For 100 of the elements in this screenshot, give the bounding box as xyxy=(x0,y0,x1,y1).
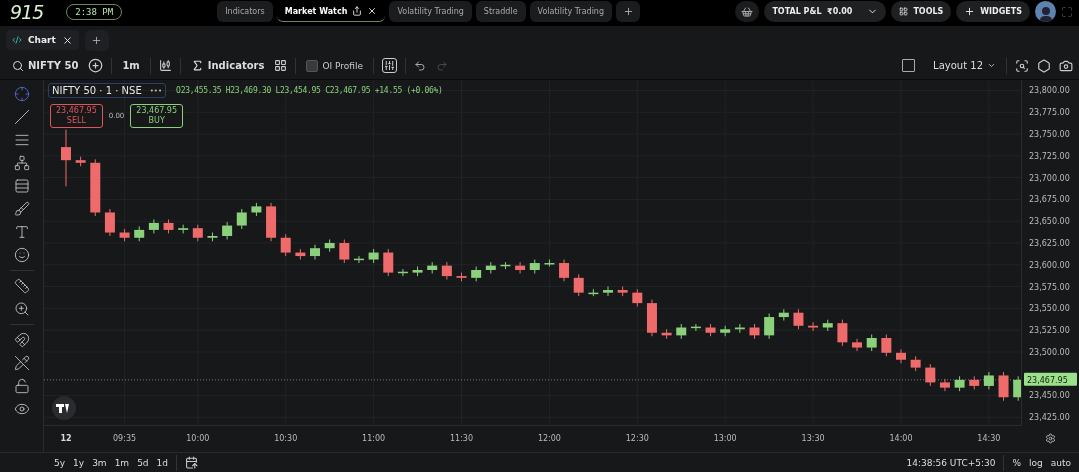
add-chart-button[interactable] xyxy=(84,29,109,51)
price-axis-label: 23,625.00 xyxy=(1029,239,1070,248)
share-icon[interactable] xyxy=(352,6,363,16)
chevron-down-icon[interactable] xyxy=(987,61,996,70)
close-icon[interactable] xyxy=(367,6,378,16)
candle xyxy=(163,218,174,234)
pattern-icon[interactable] xyxy=(13,155,30,171)
scale-option[interactable]: auto xyxy=(1050,457,1071,468)
range-button[interactable]: 5y xyxy=(54,457,66,468)
eye-icon[interactable] xyxy=(13,401,30,417)
time-axis-label: 12:30 xyxy=(625,434,649,443)
plus-icon[interactable] xyxy=(622,6,634,17)
chart-tab[interactable]: Chart xyxy=(6,30,79,50)
price-axis-label: 23,450.00 xyxy=(1029,391,1070,401)
range-button[interactable]: 1m xyxy=(114,457,130,468)
add-tab-button[interactable] xyxy=(616,1,640,22)
crosshair-icon[interactable] xyxy=(13,86,30,102)
basket-icon[interactable] xyxy=(741,5,754,18)
parallel-lines-icon[interactable] xyxy=(13,132,30,148)
workspace-tab[interactable]: Indicators xyxy=(217,1,273,22)
sliders-icon[interactable] xyxy=(382,58,397,73)
candles-icon[interactable] xyxy=(158,59,172,72)
range-button[interactable]: 1y xyxy=(73,457,85,468)
buy-button[interactable]: 23,467.95 BUY xyxy=(130,104,184,128)
candle xyxy=(515,261,526,274)
tools-button[interactable]: TOOLS xyxy=(891,1,952,22)
workspace-tab[interactable]: Volatility Trading xyxy=(529,1,612,22)
candle xyxy=(969,375,980,390)
add-symbol-icon[interactable] xyxy=(88,58,104,73)
indicators-button[interactable]: Indicators xyxy=(188,59,267,72)
candle xyxy=(280,233,291,257)
candle xyxy=(383,248,394,277)
clock-text: 14:38:56 UTC+5:30 xyxy=(906,457,996,468)
candle xyxy=(603,286,613,297)
sell-button[interactable]: 23,467.95 SELL xyxy=(50,104,103,128)
time-axis-label: 10:30 xyxy=(274,434,298,443)
range-button[interactable]: 1d xyxy=(156,457,169,468)
price-axis-label: 23,800.00 xyxy=(1029,86,1070,96)
text-icon[interactable] xyxy=(13,224,30,240)
candle xyxy=(573,273,584,297)
plus-icon[interactable] xyxy=(964,6,976,17)
grid-icon[interactable] xyxy=(899,7,909,16)
magnet-icon[interactable] xyxy=(13,332,30,348)
candle xyxy=(896,348,906,364)
candle xyxy=(793,308,804,330)
undo-icon[interactable] xyxy=(414,59,426,72)
range-button[interactable]: 5d xyxy=(137,457,149,468)
symbol-search[interactable]: NIFTY 50 xyxy=(10,59,81,72)
checkbox[interactable] xyxy=(902,59,916,72)
calendar-icon[interactable] xyxy=(185,456,199,469)
workspace-tab[interactable]: Volatility Trading xyxy=(389,1,472,22)
pnl-button[interactable]: TOTAL P&L ₹0.00 xyxy=(764,1,887,22)
candle xyxy=(983,371,994,390)
plus-icon[interactable] xyxy=(91,34,103,46)
candle xyxy=(778,308,789,322)
smiley-icon[interactable] xyxy=(13,247,30,263)
line-icon[interactable] xyxy=(13,109,30,125)
candle xyxy=(134,225,145,242)
time-axis-label: 14:00 xyxy=(889,434,913,443)
time-axis-label: 13:00 xyxy=(713,434,737,443)
scale-option[interactable]: % xyxy=(1012,457,1021,468)
price-axis-label: 23,775.00 xyxy=(1029,108,1070,118)
candle xyxy=(939,378,950,392)
price-axis-label: 23,750.00 xyxy=(1029,130,1070,140)
price-axis-label: 23,575.00 xyxy=(1029,282,1070,292)
zoom-in-icon[interactable] xyxy=(13,301,30,317)
close-icon[interactable] xyxy=(61,34,73,46)
range-button[interactable]: 3m xyxy=(92,457,107,468)
oi-profile-toggle[interactable]: OI Profile xyxy=(304,59,365,72)
price-axis-label: 23,675.00 xyxy=(1029,195,1070,205)
interval-button[interactable]: 1m xyxy=(120,60,142,71)
candle xyxy=(559,259,570,282)
brush-icon[interactable] xyxy=(13,201,30,217)
templates-icon[interactable] xyxy=(274,59,288,72)
candle xyxy=(339,239,350,264)
layout-button[interactable]: Layout 12 xyxy=(931,60,998,71)
checkbox[interactable] xyxy=(306,59,319,72)
candle xyxy=(837,319,848,347)
candle xyxy=(324,239,335,253)
time-axis-label: 09:35 xyxy=(113,434,137,443)
candle xyxy=(954,375,965,392)
candle xyxy=(236,208,247,230)
candle xyxy=(764,313,775,340)
search-icon[interactable] xyxy=(12,59,24,72)
search-icon[interactable] xyxy=(1015,58,1029,73)
price-axis-label: 23,650.00 xyxy=(1029,217,1070,227)
candle xyxy=(412,266,423,277)
candle xyxy=(544,259,555,267)
candle xyxy=(632,288,643,308)
basket-button[interactable] xyxy=(735,1,760,22)
widgets-button[interactable]: WIDGETS xyxy=(956,1,1030,22)
ruler-icon[interactable] xyxy=(13,278,30,294)
lock-icon[interactable] xyxy=(13,378,30,394)
candle xyxy=(148,218,159,234)
candle xyxy=(529,259,540,274)
avatar[interactable] xyxy=(1035,1,1056,22)
workspace-tab[interactable]: Straddle xyxy=(475,1,526,22)
time-axis-label: 14:30 xyxy=(977,434,1001,443)
scale-option[interactable]: log xyxy=(1029,457,1043,468)
camera-icon[interactable] xyxy=(1059,58,1073,73)
